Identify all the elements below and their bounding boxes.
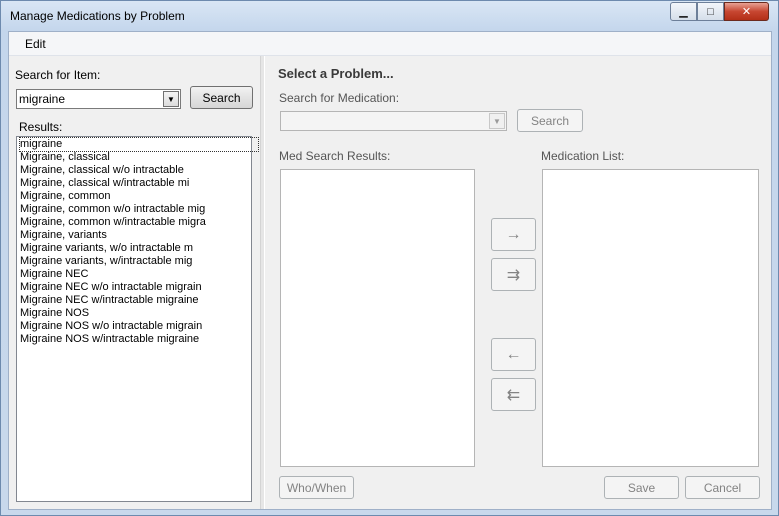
list-item[interactable]: Migraine NOS	[20, 307, 89, 320]
close-icon: ✕	[741, 6, 752, 18]
title-bar[interactable]: Manage Medications by Problem ▁ □ ✕	[1, 1, 778, 31]
menu-edit[interactable]: Edit	[25, 37, 46, 51]
results-label: Results:	[19, 120, 63, 134]
item-search-button-label: Search	[202, 90, 241, 105]
list-item[interactable]: Migraine NEC w/intractable migraine	[20, 294, 199, 307]
who-when-button[interactable]: Who/When	[279, 476, 354, 499]
search-item-label: Search for Item:	[15, 68, 101, 82]
move-left-button[interactable]: ←	[491, 338, 536, 371]
item-search-panel: Search for Item: migraine ▼ Search Resul…	[9, 56, 260, 509]
medication-list[interactable]	[542, 169, 759, 467]
item-search-button[interactable]: Search	[190, 86, 253, 109]
med-search-combo[interactable]: ▼	[280, 111, 507, 131]
med-search-button[interactable]: Search	[517, 109, 583, 132]
list-item[interactable]: Migraine NEC	[20, 268, 88, 281]
list-item[interactable]: Migraine, classical w/o intractable	[20, 164, 184, 177]
list-item[interactable]: Migraine, common w/o intractable mig	[20, 203, 205, 216]
move-all-right-button[interactable]: ⇉	[491, 258, 536, 291]
list-item[interactable]: Migraine variants, w/intractable mig	[20, 255, 192, 268]
move-all-left-button[interactable]: ⇇	[491, 378, 536, 411]
list-item[interactable]: Migraine NEC w/o intractable migrain	[20, 281, 202, 294]
cancel-button[interactable]: Cancel	[685, 476, 760, 499]
item-search-value: migraine	[19, 92, 66, 106]
cancel-button-label: Cancel	[703, 480, 742, 495]
list-item[interactable]: Migraine variants, w/o intractable m	[20, 242, 193, 255]
list-item[interactable]: Migraine NOS w/intractable migraine	[20, 333, 199, 346]
chevron-down-icon[interactable]: ▼	[489, 113, 505, 129]
med-list-label: Medication List:	[541, 149, 625, 163]
close-button[interactable]: ✕	[724, 2, 769, 21]
who-when-button-label: Who/When	[286, 480, 347, 495]
minimize-icon: ▁	[679, 6, 688, 18]
list-item[interactable]: Migraine, common	[20, 190, 110, 203]
move-right-button[interactable]: →	[491, 218, 536, 251]
list-item[interactable]: Migraine, common w/intractable migra	[20, 216, 206, 229]
med-results-label: Med Search Results:	[279, 149, 391, 163]
list-item[interactable]: migraine	[18, 137, 260, 152]
menu-bar: Edit	[9, 32, 771, 56]
med-search-label: Search for Medication:	[279, 91, 400, 105]
minimize-button[interactable]: ▁	[670, 2, 697, 21]
list-item[interactable]: Migraine, variants	[20, 229, 107, 242]
list-item[interactable]: Migraine, classical	[20, 151, 110, 164]
save-button[interactable]: Save	[604, 476, 679, 499]
maximize-button[interactable]: □	[697, 2, 724, 21]
chevron-down-icon[interactable]: ▼	[163, 91, 179, 107]
list-item[interactable]: Migraine, classical w/intractable mi	[20, 177, 189, 190]
medication-panel: Select a Problem... Search for Medicatio…	[265, 56, 771, 509]
problem-heading: Select a Problem...	[278, 66, 394, 81]
item-search-combo[interactable]: migraine ▼	[16, 89, 181, 109]
main-window: Manage Medications by Problem ▁ □ ✕ Edit…	[0, 0, 779, 516]
med-search-button-label: Search	[530, 113, 570, 128]
arrow-right-icon: →	[505, 225, 522, 243]
window-title: Manage Medications by Problem	[10, 9, 185, 23]
results-list[interactable]: migraine Migraine, classical Migraine, c…	[16, 136, 260, 502]
list-item[interactable]: Migraine NOS w/o intractable migrain	[20, 320, 202, 333]
client-area: Edit Search for Item: migraine ▼ Search …	[8, 31, 772, 510]
double-arrow-right-icon: ⇉	[506, 266, 521, 284]
arrow-left-icon: ←	[505, 345, 522, 363]
med-results-list[interactable]	[280, 169, 475, 467]
save-button-label: Save	[627, 480, 656, 495]
double-arrow-left-icon: ⇇	[506, 386, 521, 404]
maximize-icon: □	[707, 5, 714, 18]
